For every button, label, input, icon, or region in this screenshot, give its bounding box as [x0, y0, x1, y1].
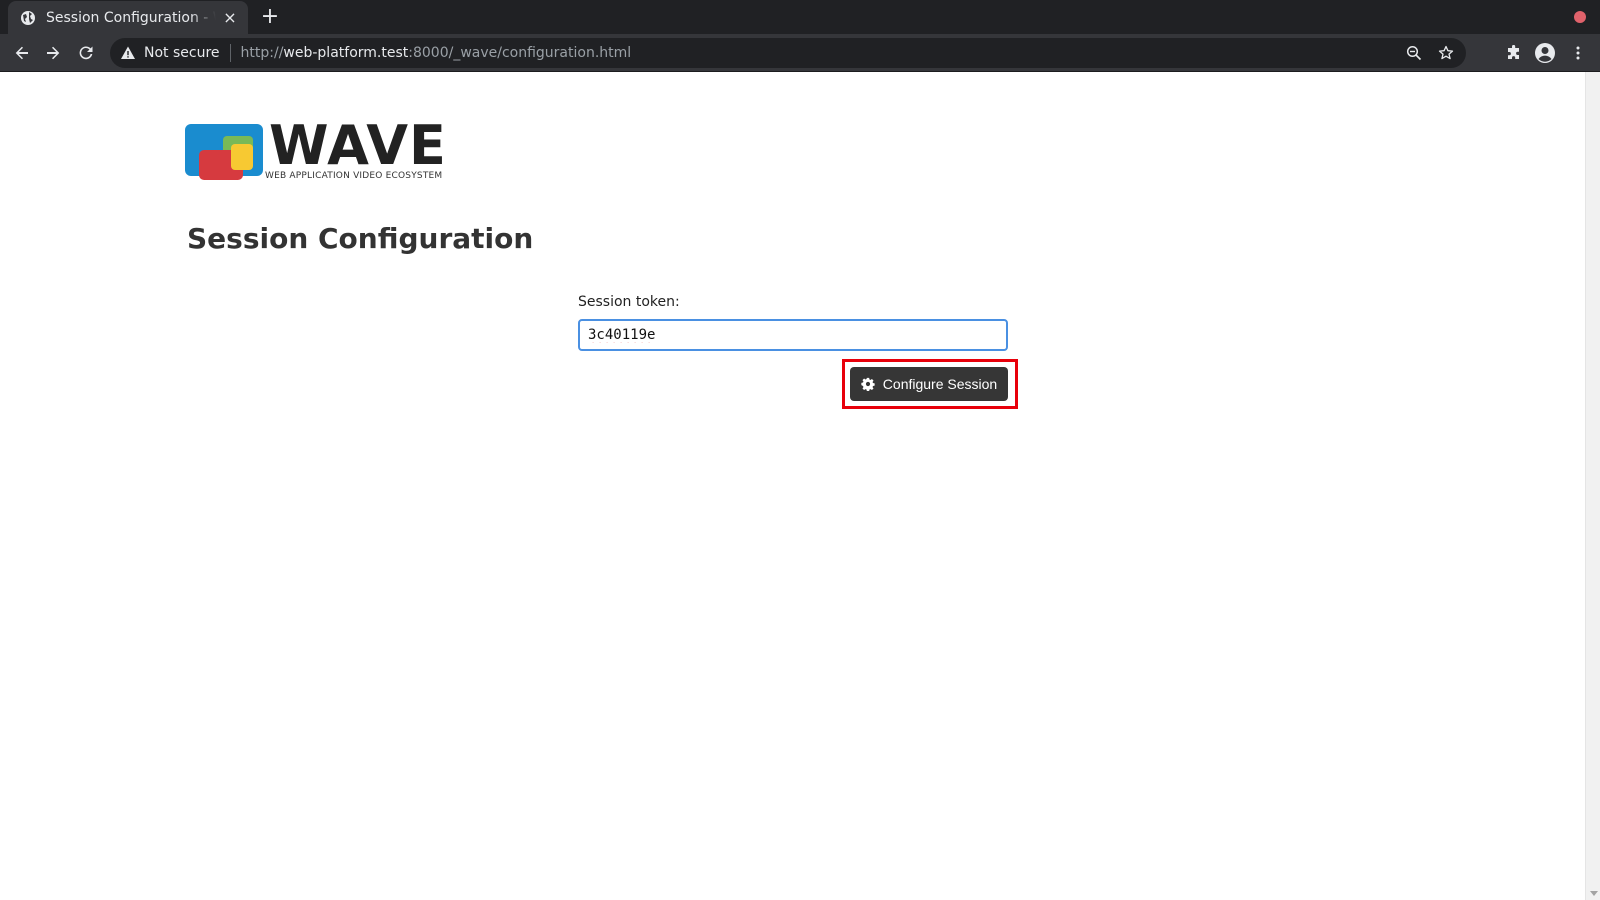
- logo-tagline: WEB APPLICATION VIDEO ECOSYSTEM: [265, 171, 443, 181]
- page-title: Session Configuration: [187, 222, 534, 255]
- back-button[interactable]: [10, 41, 34, 65]
- url-host: web-platform.test: [283, 45, 409, 61]
- gear-icon: [861, 377, 875, 391]
- session-form: Session token:: [578, 294, 1008, 351]
- page-content: WAVE WEB APPLICATION VIDEO ECOSYSTEM Ses…: [0, 72, 1585, 900]
- url-scheme: http://: [240, 45, 284, 61]
- configure-session-button[interactable]: Configure Session: [850, 367, 1008, 401]
- address-bar[interactable]: Not secure http://web-platform.test:8000…: [110, 38, 1466, 68]
- more-vertical-icon: [1576, 46, 1580, 60]
- url-path: :8000/_wave/configuration.html: [408, 45, 632, 61]
- security-label[interactable]: Not secure: [144, 45, 220, 61]
- tab-bar: Session Configuration - WAVE × +: [0, 0, 1600, 34]
- bookmark-button[interactable]: [1434, 41, 1458, 65]
- logo-mark: [185, 124, 265, 184]
- recording-indicator: [1574, 11, 1586, 23]
- browser-tab[interactable]: Session Configuration - WAVE ×: [8, 1, 248, 34]
- menu-button[interactable]: [1566, 41, 1590, 65]
- star-icon: [1438, 45, 1454, 60]
- profile-button[interactable]: [1533, 41, 1557, 65]
- logo-square-yellow: [231, 144, 253, 170]
- tab-close-icon[interactable]: ×: [222, 9, 238, 26]
- zoom-button[interactable]: [1402, 41, 1426, 65]
- configure-session-label: Configure Session: [882, 376, 998, 392]
- wave-logo: WAVE WEB APPLICATION VIDEO ECOSYSTEM: [185, 114, 446, 184]
- arrow-left-icon: [15, 46, 28, 60]
- extensions-button[interactable]: [1502, 41, 1526, 65]
- session-token-label: Session token:: [578, 294, 680, 310]
- account-icon: [1535, 43, 1555, 63]
- puzzle-icon: [1508, 45, 1519, 59]
- omnibox-actions: [1402, 41, 1458, 65]
- reload-icon: [79, 46, 93, 60]
- arrow-right-icon: [47, 46, 60, 60]
- globe-icon: [21, 10, 35, 25]
- scroll-down-arrow-icon[interactable]: [1590, 891, 1598, 896]
- page-scrollbar[interactable]: [1585, 72, 1600, 900]
- tab-title: Session Configuration - WAVE: [46, 9, 216, 26]
- warning-icon: [121, 46, 135, 59]
- url-text[interactable]: http://web-platform.test:8000/_wave/conf…: [241, 45, 632, 61]
- new-tab-button[interactable]: +: [258, 5, 282, 29]
- reload-button[interactable]: [74, 41, 98, 65]
- omnibox-divider: [229, 44, 231, 62]
- zoom-out-icon: [1406, 45, 1422, 61]
- browser-toolbar: Not secure http://web-platform.test:8000…: [0, 34, 1600, 72]
- session-token-input[interactable]: [578, 319, 1008, 351]
- logo-wordmark: WAVE: [269, 114, 447, 177]
- forward-button[interactable]: [41, 41, 65, 65]
